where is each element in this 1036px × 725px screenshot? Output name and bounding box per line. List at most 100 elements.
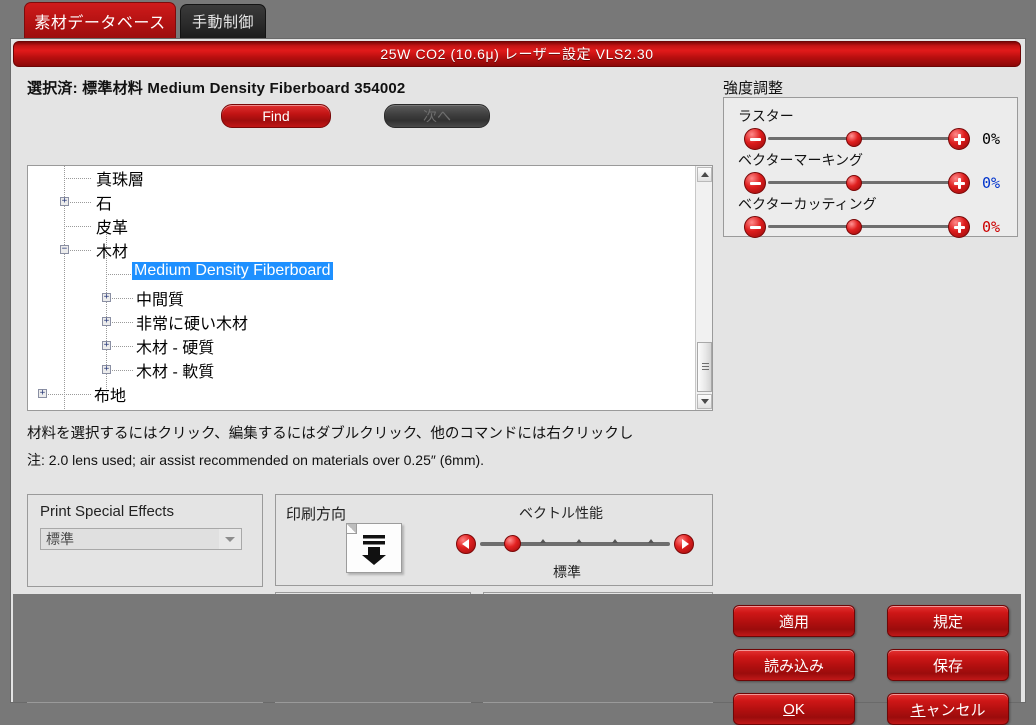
vector-performance-increase-button[interactable] <box>674 534 694 554</box>
expander-plus-icon[interactable]: + <box>102 341 111 350</box>
expander-plus-icon[interactable]: + <box>102 293 111 302</box>
ok-button-mnemonic: O <box>783 701 795 718</box>
caret-down-icon <box>701 399 709 404</box>
tree-item[interactable]: + 木材 - 硬質 <box>28 334 696 358</box>
expander-plus-icon[interactable]: + <box>102 365 111 374</box>
hint-line-1: 材料を選択するにはクリック、編集するにはダブルクリック、他のコマンドには右クリッ… <box>27 422 633 443</box>
vector-marking-percent: 0% <box>982 174 1000 192</box>
laser-settings-window: 25W CO2 (10.6μ) レーザー設定 VLS2.30 選択済: 標準材料… <box>10 38 1026 703</box>
window-content: 選択済: 標準材料 Medium Density Fiberboard 3540… <box>13 69 1021 594</box>
scroll-down-button[interactable] <box>697 394 712 409</box>
print-special-effects-select[interactable]: 標準 <box>40 528 242 550</box>
raster-knob[interactable] <box>846 131 862 147</box>
action-button-bar: 適用 規定 読み込み 保存 OK キャンセル <box>13 594 1021 702</box>
print-special-effects-title: Print Special Effects <box>40 503 174 520</box>
intensity-title: 強度調整 <box>723 77 783 98</box>
print-direction-title: 印刷方向 <box>286 503 346 524</box>
load-button-label: 読み込み <box>764 655 824 676</box>
tree-item-label: 木材 - 硬質 <box>136 334 214 358</box>
slider-tick <box>540 539 546 543</box>
expander-plus-icon[interactable]: + <box>38 389 47 398</box>
vector-cutting-increase-button[interactable] <box>948 216 970 238</box>
apply-button[interactable]: 適用 <box>733 605 855 637</box>
raster-increase-button[interactable] <box>948 128 970 150</box>
tree-item[interactable]: 真珠層 <box>28 166 696 190</box>
slider-tick <box>648 539 654 543</box>
intensity-group: ラスター 0% ベクターマーキング 0% ベクターカッティング <box>723 97 1018 237</box>
tree-item-label: 真珠層 <box>96 166 144 190</box>
print-direction-group: 印刷方向 ベクトル性能 標準 <box>275 494 713 586</box>
tab-bar: 素材データベース 手動制御 <box>0 0 1036 38</box>
vector-marking-knob[interactable] <box>846 175 862 191</box>
intensity-label: ベクターカッティング <box>738 194 877 214</box>
tree-item-label: 中間質 <box>136 286 184 310</box>
find-button-label: Find <box>262 108 289 124</box>
print-direction-down-arrow-icon[interactable] <box>346 523 402 573</box>
print-special-effects-group: Print Special Effects 標準 <box>27 494 263 587</box>
material-tree[interactable]: 真珠層 + 石 皮革 − 木材 Medium Density F <box>27 165 713 411</box>
down-arrow-icon <box>357 529 391 567</box>
tree-item[interactable]: + 非常に硬い木材 <box>28 310 696 334</box>
scrollbar-grip-icon <box>702 363 709 370</box>
next-button-label: 次へ <box>423 106 451 126</box>
save-button-label: 保存 <box>933 655 963 676</box>
defaults-button-label: 規定 <box>933 611 963 632</box>
window-title: 25W CO2 (10.6μ) レーザー設定 VLS2.30 <box>380 44 653 64</box>
chevron-down-icon <box>219 537 241 542</box>
tree-item[interactable]: − 木材 <box>28 238 696 262</box>
vector-performance-knob[interactable] <box>504 535 521 552</box>
expander-minus-icon[interactable]: − <box>60 245 69 254</box>
tree-item-label: 木材 <box>96 238 128 262</box>
vector-performance-value: 標準 <box>553 562 581 582</box>
raster-percent: 0% <box>982 130 1000 148</box>
page-fold-icon <box>347 524 357 534</box>
tree-item[interactable]: + 布地 <box>28 382 696 406</box>
tab-manual-control-label: 手動制御 <box>192 11 254 32</box>
vector-performance-title: ベクトル性能 <box>519 503 603 523</box>
material-tree-inner: 真珠層 + 石 皮革 − 木材 Medium Density F <box>28 166 696 410</box>
tab-material-database-label: 素材データベース <box>34 9 165 33</box>
tree-item[interactable]: + 石 <box>28 190 696 214</box>
raster-decrease-button[interactable] <box>744 128 766 150</box>
selected-material-label: 選択済: 標準材料 Medium Density Fiberboard 3540… <box>27 77 405 98</box>
print-special-effects-value: 標準 <box>41 529 219 549</box>
cancel-button-mnemonic: キ <box>910 699 925 720</box>
expander-plus-icon[interactable]: + <box>102 317 111 326</box>
tree-item-label: 石 <box>96 190 112 214</box>
slider-tick <box>612 539 618 543</box>
vector-cutting-decrease-button[interactable] <box>744 216 766 238</box>
apply-button-label: 適用 <box>779 611 809 632</box>
caret-up-icon <box>701 172 709 177</box>
find-button[interactable]: Find <box>221 104 331 128</box>
vector-marking-decrease-button[interactable] <box>744 172 766 194</box>
tree-item[interactable]: + 中間質 <box>28 286 696 310</box>
tree-item-label: 皮革 <box>96 214 128 238</box>
scroll-up-button[interactable] <box>697 167 712 182</box>
scrollbar-thumb[interactable] <box>697 342 712 392</box>
next-button[interactable]: 次へ <box>384 104 490 128</box>
tree-item-label: 非常に硬い木材 <box>136 310 248 334</box>
defaults-button[interactable]: 規定 <box>887 605 1009 637</box>
tree-scrollbar[interactable] <box>695 166 712 410</box>
vector-performance-slider[interactable] <box>456 531 694 557</box>
tree-item-label: Medium Density Fiberboard <box>132 262 333 280</box>
vector-performance-decrease-button[interactable] <box>456 534 476 554</box>
vector-cutting-percent: 0% <box>982 218 1000 236</box>
save-button[interactable]: 保存 <box>887 649 1009 681</box>
tree-item[interactable]: + 木材 - 軟質 <box>28 358 696 382</box>
tree-item[interactable]: 皮革 <box>28 214 696 238</box>
tab-material-database[interactable]: 素材データベース <box>24 2 176 38</box>
intensity-label: ベクターマーキング <box>738 150 863 170</box>
window-title-bar: 25W CO2 (10.6μ) レーザー設定 VLS2.30 <box>13 41 1021 67</box>
vector-marking-increase-button[interactable] <box>948 172 970 194</box>
expander-plus-icon[interactable]: + <box>60 197 69 206</box>
tab-manual-control[interactable]: 手動制御 <box>180 4 266 38</box>
tree-item-label: 木材 - 軟質 <box>136 358 214 382</box>
cancel-button[interactable]: キャンセル <box>887 693 1009 725</box>
tree-item-selected[interactable]: Medium Density Fiberboard <box>28 262 696 286</box>
ok-button-label: K <box>795 701 805 718</box>
slider-tick <box>576 539 582 543</box>
vector-cutting-knob[interactable] <box>846 219 862 235</box>
ok-button[interactable]: OK <box>733 693 855 725</box>
load-button[interactable]: 読み込み <box>733 649 855 681</box>
